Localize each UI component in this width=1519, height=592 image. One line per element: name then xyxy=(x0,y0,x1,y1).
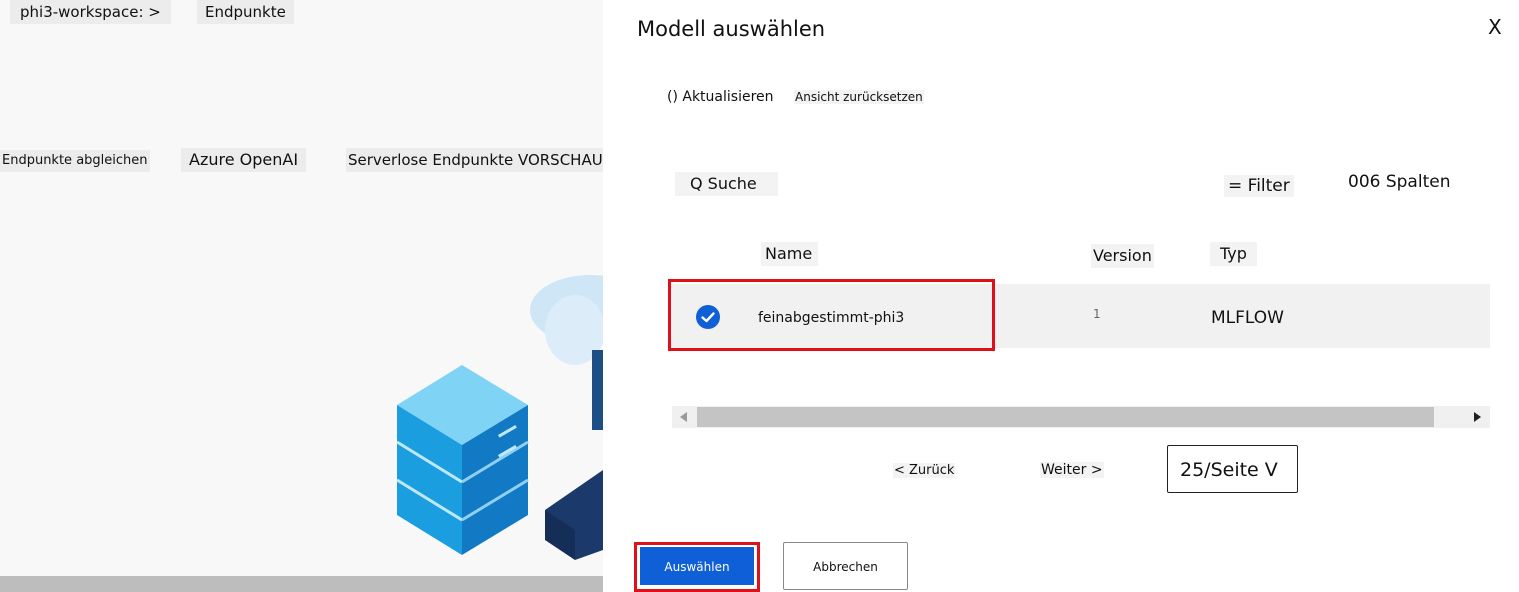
refresh-button[interactable]: () Aktualisieren xyxy=(667,89,774,105)
scroll-right-icon[interactable] xyxy=(1474,412,1482,422)
cancel-button[interactable]: Abbrechen xyxy=(783,542,908,590)
filter-button[interactable]: = Filter xyxy=(1224,175,1294,197)
column-header-type[interactable]: Typ xyxy=(1210,242,1257,266)
columns-button[interactable]: 006 Spalten xyxy=(1348,172,1450,192)
reset-view-button[interactable]: Ansicht zurücksetzen xyxy=(794,90,924,104)
checkmark-icon xyxy=(701,312,715,323)
background-page: phi3-workspace: > Endpunkte Endpunkte ab… xyxy=(0,0,603,592)
row-checkbox[interactable] xyxy=(696,305,720,329)
row-model-name: feinabgestimmt-phi3 xyxy=(758,310,905,326)
tab-endpunkte-abgleichen[interactable]: Endpunkte abgleichen xyxy=(0,150,150,172)
close-icon[interactable]: X xyxy=(1488,15,1502,39)
tab-azure-openai[interactable]: Azure OpenAI xyxy=(181,148,307,172)
server-illustration xyxy=(396,275,603,560)
dialog-title: Modell auswählen xyxy=(637,17,826,41)
prev-page-button[interactable]: < Zurück xyxy=(893,463,956,478)
next-page-button[interactable]: Weiter > xyxy=(1040,462,1104,478)
breadcrumb-current[interactable]: Endpunkte xyxy=(197,0,294,24)
column-header-name[interactable]: Name xyxy=(761,242,819,266)
scroll-left-icon[interactable] xyxy=(680,412,688,422)
row-type: MLFLOW xyxy=(1211,308,1284,328)
select-button[interactable]: Auswählen xyxy=(640,547,754,585)
column-header-version[interactable]: Version xyxy=(1091,244,1154,268)
horizontal-scrollbar[interactable] xyxy=(672,406,1490,428)
row-version: 1 xyxy=(1093,307,1101,321)
breadcrumb-workspace[interactable]: phi3-workspace: > xyxy=(10,0,171,24)
background-scrollbar[interactable] xyxy=(0,576,603,592)
scrollbar-thumb[interactable] xyxy=(697,407,1434,427)
page-size-select[interactable]: 25/Seite V xyxy=(1167,445,1298,493)
search-input[interactable]: Q Suche xyxy=(675,172,778,196)
tab-serverless-endpoints[interactable]: Serverlose Endpunkte VORSCHAU xyxy=(346,148,603,172)
page-size-label: 25/Seite V xyxy=(1180,459,1278,481)
